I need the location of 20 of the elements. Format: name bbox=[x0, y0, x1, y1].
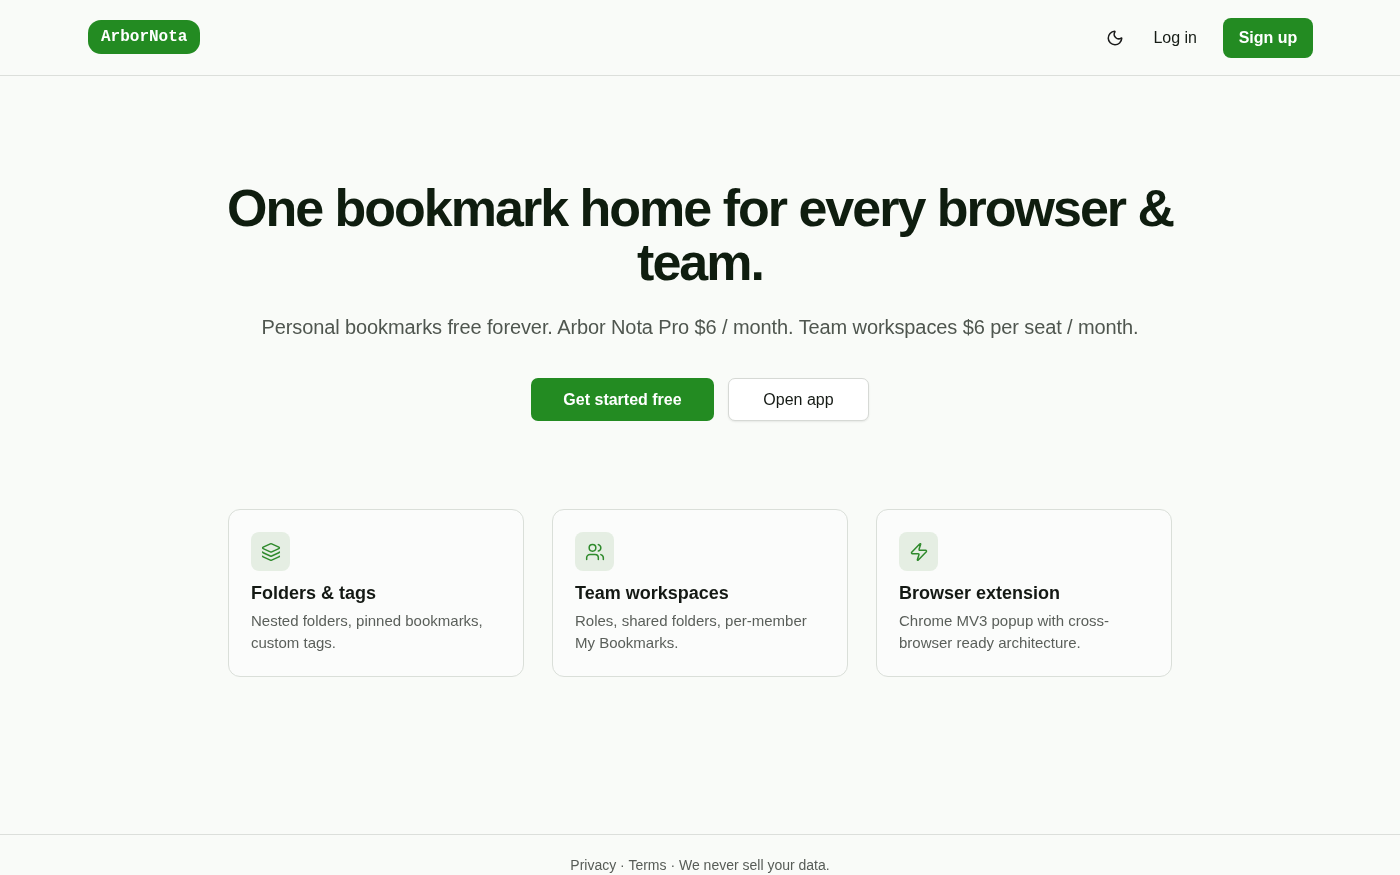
terms-link[interactable]: Terms bbox=[628, 857, 667, 873]
layers-icon bbox=[251, 532, 290, 571]
users-icon bbox=[575, 532, 614, 571]
hero-subtitle: Personal bookmarks free forever. Arbor Nota Pro $6 / month. Team workspaces $6 per seat / month. bbox=[261, 315, 1139, 339]
log-in-link[interactable]: Log in bbox=[1153, 28, 1197, 47]
feature-title: Folders & tags bbox=[251, 582, 377, 604]
moon-icon[interactable] bbox=[1106, 28, 1125, 47]
feature-title: Team workspaces bbox=[575, 582, 729, 604]
feature-description: Nested folders, pinned bookmarks, custom tags. bbox=[251, 611, 484, 653]
lightning-icon bbox=[899, 532, 938, 571]
feature-title: Browser extension bbox=[899, 582, 1061, 604]
open-app-button[interactable]: Open app bbox=[728, 378, 869, 421]
get-started-button[interactable]: Get started free bbox=[531, 378, 714, 421]
hero-heading: One bookmark home for every browser & team. bbox=[225, 181, 1175, 289]
sign-up-button[interactable]: Sign up bbox=[1223, 17, 1313, 58]
feature-description: Roles, shared folders, per-member My Bookmarks. bbox=[575, 611, 808, 653]
privacy-link[interactable]: Privacy bbox=[570, 857, 617, 873]
footer-text: Privacy · Terms · We never sell your data. bbox=[570, 857, 830, 875]
feature-description: Chrome MV3 popup with cross-browser ready architecture. bbox=[899, 611, 1111, 653]
logo[interactable]: ArborNota bbox=[88, 19, 201, 54]
